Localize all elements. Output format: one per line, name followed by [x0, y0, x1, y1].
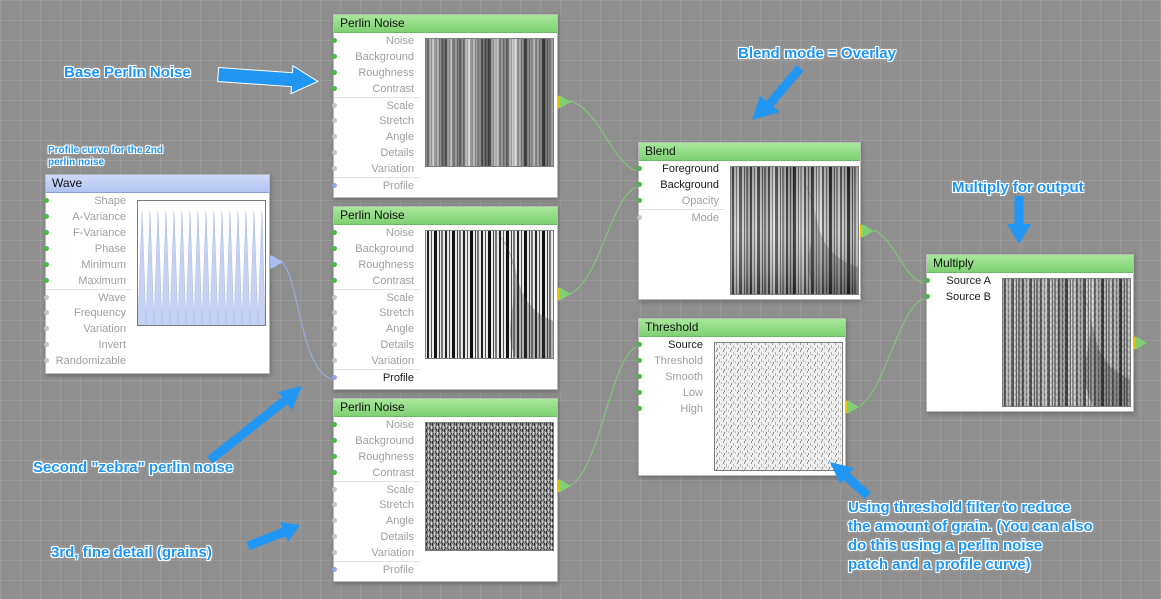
arrow-threshold	[830, 462, 872, 500]
arrow-fine-detail	[246, 522, 300, 551]
arrow-zebra	[207, 386, 302, 464]
arrow-blend-mode	[752, 65, 804, 120]
annotation-arrows	[207, 64, 1031, 551]
arrow-multiply-output	[1007, 196, 1031, 244]
arrow-base-perlin	[217, 64, 319, 95]
